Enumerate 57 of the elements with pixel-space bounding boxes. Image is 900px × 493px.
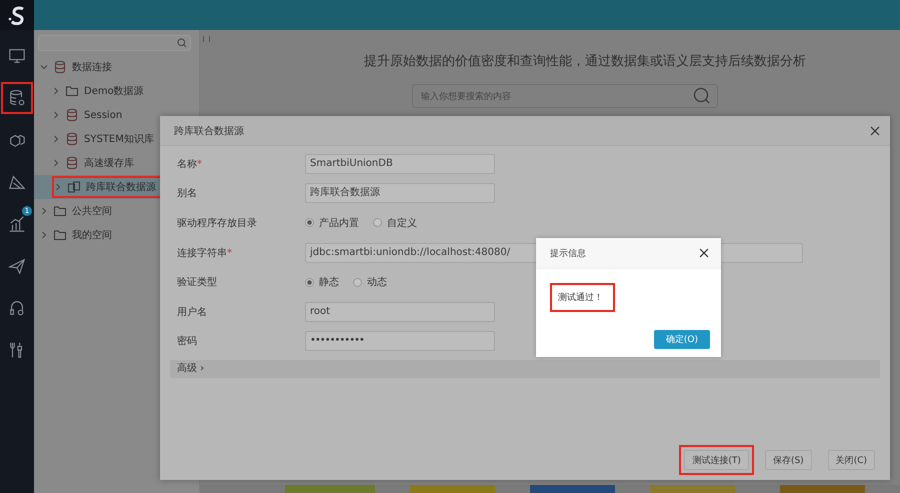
dialog-title: 跨库联合数据源 (174, 124, 244, 138)
monitor-icon (8, 47, 26, 65)
linked-databases-icon (67, 180, 81, 194)
chevron-right-icon (52, 159, 60, 167)
search-field[interactable] (38, 35, 191, 51)
search-icon (177, 38, 187, 48)
search-icon (693, 87, 711, 105)
chevron-right-icon (52, 135, 60, 143)
field-label: 密码 (177, 336, 197, 348)
chevron-right-icon (40, 231, 48, 239)
field-label: 别名 (177, 188, 197, 200)
password-field[interactable]: ••••••••••• (305, 331, 495, 352)
dialog-button[interactable]: 测试连接(T) (684, 450, 749, 470)
nav-button[interactable] (1, 82, 33, 114)
database-icon (65, 132, 79, 146)
chart-icon (8, 215, 26, 233)
database-icon (65, 108, 79, 122)
close-icon[interactable] (870, 126, 880, 136)
ok-button[interactable]: 确定(O) (654, 330, 710, 349)
field-label: 名称* (177, 158, 202, 170)
database-icon (65, 156, 79, 170)
chevron-right-icon (52, 87, 60, 95)
headline: 提升原始数据的价值密度和查询性能，通过数据集或语义层支持后续数据分析 (364, 53, 806, 70)
radio-option[interactable]: 产品内置 (305, 216, 359, 230)
drag-handle[interactable] (203, 36, 210, 42)
field-label: 验证类型 (177, 277, 217, 288)
logo-icon (7, 5, 27, 25)
database-icon (53, 60, 67, 74)
field-label: 用户名 (177, 306, 207, 318)
tree-item[interactable]: Demo数据源 (34, 79, 199, 103)
chevron-right-icon (54, 183, 62, 191)
dialog-button[interactable]: 保存(S) (764, 450, 812, 470)
close-icon[interactable] (699, 248, 709, 258)
database-gear-icon (8, 89, 26, 107)
dialog-button[interactable]: 关闭(C) (828, 450, 875, 470)
radio-option[interactable]: 动态 (353, 275, 387, 290)
folder-icon (53, 204, 67, 218)
input-field[interactable]: 跨库联合数据源 (305, 183, 495, 204)
paper-plane-icon (8, 257, 26, 275)
radio-option[interactable]: 静态 (305, 275, 339, 290)
input-field[interactable]: root (305, 302, 495, 322)
ruler-icon (8, 173, 26, 191)
chevron-right-icon (40, 207, 48, 215)
radio-option[interactable]: 自定义 (373, 216, 417, 230)
tree-item[interactable]: 数据连接 (34, 55, 199, 79)
headset-icon (8, 299, 26, 317)
search-placeholder: 输入你想要搜索的内容 (421, 90, 511, 102)
input-field[interactable]: SmartbiUnionDB (305, 154, 495, 174)
alert-title: 提示信息 (550, 248, 586, 260)
folder-icon (65, 84, 79, 98)
alert-message: 测试通过！ (550, 283, 615, 312)
folder-icon (53, 228, 67, 242)
field-label: 连接字符串* (177, 248, 232, 259)
field-label: 驱动程序存放目录 (177, 218, 257, 229)
advanced-toggle[interactable]: 高级 › (170, 360, 880, 378)
chevron-right-icon (52, 111, 60, 119)
chevron-down-icon (40, 63, 48, 71)
